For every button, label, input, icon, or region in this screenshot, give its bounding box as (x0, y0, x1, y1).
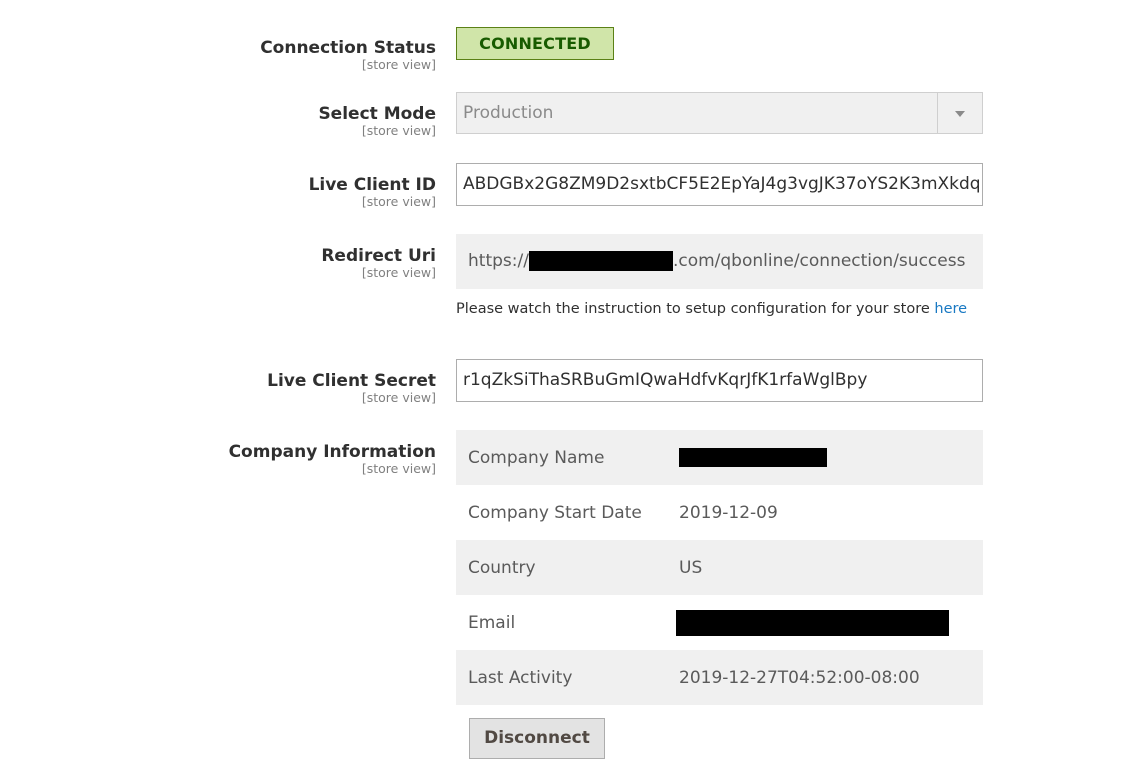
select-mode-label: Select Mode (318, 104, 436, 124)
live-client-id-label-group: Live Client ID [store view] (309, 175, 436, 209)
instruction-note-text: Please watch the instruction to setup co… (456, 301, 935, 317)
live-client-id-input[interactable]: ABDGBx2G8ZM9D2sxtbCF5E2EpYaJ4g3vgJK37oYS… (456, 163, 983, 206)
company-information-label: Company Information (228, 442, 436, 462)
redirect-uri-label-group: Redirect Uri [store view] (321, 246, 436, 280)
select-mode-value: Production (463, 103, 554, 123)
company-start-date-key: Company Start Date (468, 502, 642, 523)
instruction-note: Please watch the instruction to setup co… (456, 301, 967, 317)
select-mode-dropdown[interactable]: Production (456, 92, 983, 134)
company-information-table: Company Name Company Start Date 2019-12-… (456, 430, 983, 705)
company-name-value (679, 430, 983, 485)
live-client-secret-label-group: Live Client Secret [store view] (267, 371, 436, 405)
redacted-block (679, 448, 827, 467)
country-value: US (679, 540, 983, 595)
connection-status-label: Connection Status (260, 38, 436, 58)
connection-status-label-group: Connection Status [store view] (260, 38, 436, 72)
last-activity-key: Last Activity (456, 650, 679, 705)
chevron-down-icon[interactable] (937, 93, 982, 133)
last-activity-value: 2019-12-27T04:52:00-08:00 (679, 650, 983, 705)
live-client-id-label: Live Client ID (308, 175, 436, 195)
live-client-id-scope: [store view] (361, 194, 436, 209)
company-name-key: Company Name (456, 430, 679, 485)
connection-status-scope: [store view] (361, 57, 436, 72)
table-row: Country US (456, 540, 983, 595)
redirect-uri-field: https:// .com/qbonline/connection/success (456, 234, 983, 289)
company-information-scope: [store view] (361, 461, 436, 476)
connection-status-badge: CONNECTED (456, 27, 614, 60)
company-start-date-value: 2019-12-09 (679, 502, 778, 523)
table-row: Last Activity 2019-12-27T04:52:00-08:00 (456, 650, 983, 705)
redirect-uri-prefix: https:// (468, 251, 529, 271)
email-value (676, 595, 983, 650)
table-row: Email (456, 595, 983, 650)
redirect-uri-label: Redirect Uri (321, 246, 436, 266)
table-row: Company Start Date 2019-12-09 (456, 485, 983, 540)
live-client-secret-input[interactable]: r1qZkSiThaSRBuGmIQwaHdfvKqrJfK1rfaWglBpy (456, 359, 983, 402)
select-mode-label-group: Select Mode [store view] (318, 104, 436, 138)
instruction-link[interactable]: here (934, 301, 967, 317)
select-mode-scope: [store view] (361, 123, 436, 138)
live-client-secret-scope: [store view] (361, 390, 436, 405)
live-client-secret-label: Live Client Secret (267, 371, 436, 391)
email-key: Email (468, 612, 516, 633)
redirect-uri-suffix: .com/qbonline/connection/success (672, 251, 966, 271)
table-row: Company Name (456, 430, 983, 485)
redacted-block (528, 251, 673, 271)
disconnect-button[interactable]: Disconnect (469, 718, 605, 759)
company-information-label-group: Company Information [store view] (229, 442, 436, 476)
redacted-block (676, 609, 949, 636)
country-key: Country (456, 540, 679, 595)
redirect-uri-scope: [store view] (361, 265, 436, 280)
